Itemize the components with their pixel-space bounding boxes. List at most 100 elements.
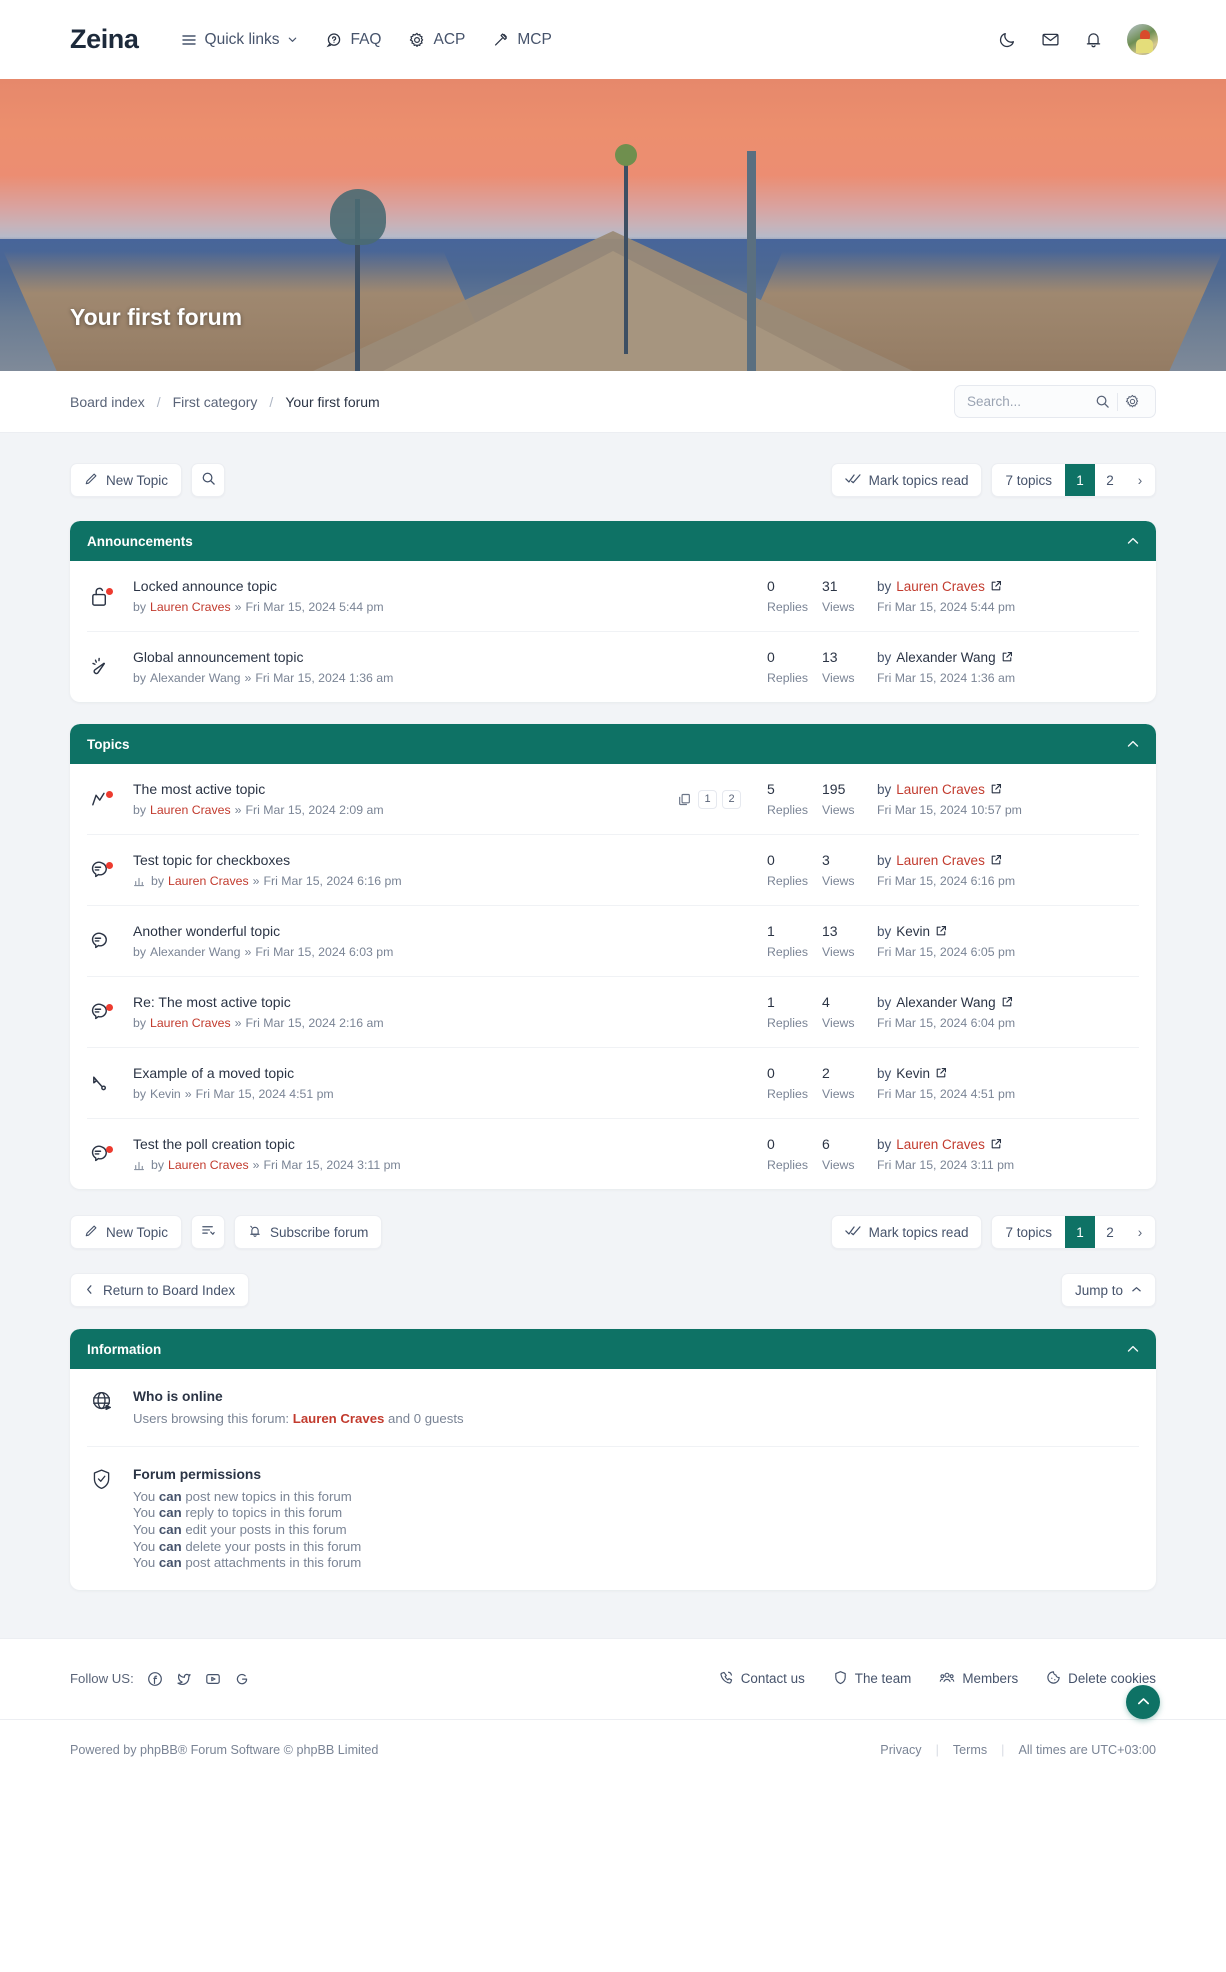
topic-author-link[interactable]: Alexander Wang [150, 671, 240, 685]
nav-item-faq[interactable]: FAQ [326, 31, 381, 49]
chevron-up-icon[interactable] [1127, 534, 1139, 548]
topic-author-link[interactable]: Lauren Craves [168, 874, 249, 888]
nav-item-acp[interactable]: ACP [409, 31, 465, 49]
mini-page-2-button[interactable]: 2 [722, 789, 741, 809]
new-topic-button[interactable]: New Topic [70, 463, 183, 497]
chevron-up-icon[interactable] [1127, 737, 1139, 751]
topic-author-link[interactable]: Lauren Craves [150, 803, 231, 817]
avatar[interactable] [1127, 24, 1158, 55]
external-link-icon[interactable] [990, 580, 1002, 592]
search-topics-button[interactable] [191, 463, 226, 497]
external-link-icon[interactable] [935, 1067, 947, 1079]
moon-icon[interactable] [998, 30, 1017, 49]
gavel-icon [493, 32, 509, 48]
online-user-link[interactable]: Lauren Craves [293, 1411, 385, 1426]
mark-topics-read-button[interactable]: Mark topics read [830, 463, 983, 497]
google-icon[interactable] [234, 1671, 250, 1687]
last-post-author-link[interactable]: Alexander Wang [896, 995, 995, 1010]
members-link[interactable]: Members [939, 1670, 1018, 1688]
table-row[interactable]: Re: The most active topic by Lauren Crav… [87, 977, 1139, 1048]
facebook-icon[interactable] [147, 1671, 163, 1687]
breadcrumb-item-board-index[interactable]: Board index [70, 394, 145, 410]
last-post-author-link[interactable]: Lauren Craves [896, 1137, 985, 1152]
contact-us-link[interactable]: Contact us [719, 1670, 805, 1688]
replies-count: 0 [767, 1136, 775, 1152]
topic-title-link[interactable]: The most active topic [133, 781, 678, 797]
next-page-button[interactable]: › [1125, 464, 1155, 496]
twitter-icon[interactable] [176, 1671, 192, 1687]
the-team-link[interactable]: The team [833, 1670, 911, 1688]
external-link-icon[interactable] [990, 1138, 1002, 1150]
topic-title-link[interactable]: Test topic for checkboxes [133, 852, 767, 868]
mini-page-1-button[interactable]: 1 [698, 789, 717, 809]
return-to-board-index-button[interactable]: Return to Board Index [70, 1273, 250, 1307]
table-row[interactable]: Global announcement topic by Alexander W… [87, 632, 1139, 702]
topic-author-link[interactable]: Kevin [150, 1087, 181, 1101]
search-input[interactable] [967, 394, 1095, 409]
announcements-header[interactable]: Announcements [70, 521, 1156, 561]
display-options-button[interactable] [191, 1215, 226, 1249]
breadcrumb-item-first-category[interactable]: First category [173, 394, 258, 410]
mark-topics-read-button-bottom[interactable]: Mark topics read [830, 1215, 983, 1249]
last-post: by Lauren Craves Fri Mar 15, 2024 10:57 … [877, 782, 1139, 817]
mark-read-label: Mark topics read [868, 1224, 969, 1240]
nav-item-mcp[interactable]: MCP [493, 31, 552, 49]
last-post-author-link[interactable]: Lauren Craves [896, 853, 985, 868]
external-link-icon[interactable] [990, 854, 1002, 866]
table-row[interactable]: Locked announce topic by Lauren Craves »… [87, 561, 1139, 632]
table-row[interactable]: The most active topic by Lauren Craves »… [87, 764, 1139, 835]
bell-icon[interactable] [1084, 30, 1103, 49]
perm-pre: You [133, 1521, 159, 1537]
table-row[interactable]: Another wonderful topic by Alexander Wan… [87, 906, 1139, 977]
nav-item-quick-links[interactable]: Quick links [181, 31, 299, 49]
replies-stat: 0 Replies [767, 1065, 822, 1101]
topic-title-link[interactable]: Global announcement topic [133, 649, 767, 665]
last-post-author-link[interactable]: Alexander Wang [896, 650, 995, 665]
search-box[interactable] [954, 385, 1156, 418]
next-page-button[interactable]: › [1125, 1216, 1155, 1248]
information-header[interactable]: Information [70, 1329, 1156, 1369]
external-link-icon[interactable] [1001, 996, 1013, 1008]
topic-author-link[interactable]: Alexander Wang [150, 945, 240, 959]
new-topic-button-bottom[interactable]: New Topic [70, 1215, 183, 1249]
page-2-button[interactable]: 2 [1095, 464, 1125, 496]
top-toolbar: New Topic Mark topics read 7 topics 1 2 … [70, 459, 1156, 501]
back-to-top-button[interactable] [1126, 1684, 1160, 1719]
external-link-icon[interactable] [1001, 651, 1013, 663]
youtube-icon[interactable] [205, 1671, 221, 1687]
page-1-button[interactable]: 1 [1065, 464, 1095, 496]
privacy-link[interactable]: Privacy [880, 1743, 921, 1757]
terms-link[interactable]: Terms [953, 1743, 987, 1757]
table-row[interactable]: Example of a moved topic by Kevin » Fri … [87, 1048, 1139, 1119]
topic-author-link[interactable]: Lauren Craves [150, 1016, 231, 1030]
table-row[interactable]: Test topic for checkboxes by Lauren Crav… [87, 835, 1139, 906]
topic-title-link[interactable]: Test the poll creation topic [133, 1136, 767, 1152]
topic-author-link[interactable]: Lauren Craves [168, 1158, 249, 1172]
bell-icon [248, 1224, 262, 1241]
breadcrumb-item-current[interactable]: Your first forum [285, 394, 379, 410]
topic-title-link[interactable]: Locked announce topic [133, 578, 767, 594]
search-settings-gear-icon[interactable] [1125, 394, 1140, 409]
topic-author-link[interactable]: Lauren Craves [150, 600, 231, 614]
last-post-author-link[interactable]: Lauren Craves [896, 782, 985, 797]
external-link-icon[interactable] [990, 783, 1002, 795]
page-2-button[interactable]: 2 [1095, 1216, 1125, 1248]
jump-to-dropdown[interactable]: Jump to [1060, 1273, 1156, 1307]
external-link-icon[interactable] [935, 925, 947, 937]
subscribe-forum-button[interactable]: Subscribe forum [234, 1215, 383, 1249]
site-logo[interactable]: Zeina [70, 24, 139, 55]
topic-title-link[interactable]: Example of a moved topic [133, 1065, 767, 1081]
table-row[interactable]: Test the poll creation topic by Lauren C… [87, 1119, 1139, 1189]
topic-title-link[interactable]: Re: The most active topic [133, 994, 767, 1010]
information-title: Information [87, 1341, 162, 1357]
chevron-up-icon[interactable] [1127, 1342, 1139, 1356]
last-post-author-link[interactable]: Kevin [896, 1066, 930, 1081]
page-1-button[interactable]: 1 [1065, 1216, 1095, 1248]
search-icon[interactable] [1095, 394, 1110, 409]
topic-info: Global announcement topic by Alexander W… [133, 649, 767, 685]
last-post-author-link[interactable]: Kevin [896, 924, 930, 939]
topic-title-link[interactable]: Another wonderful topic [133, 923, 767, 939]
envelope-icon[interactable] [1041, 30, 1060, 49]
last-post-author-link[interactable]: Lauren Craves [896, 579, 985, 594]
topics-header[interactable]: Topics [70, 724, 1156, 764]
